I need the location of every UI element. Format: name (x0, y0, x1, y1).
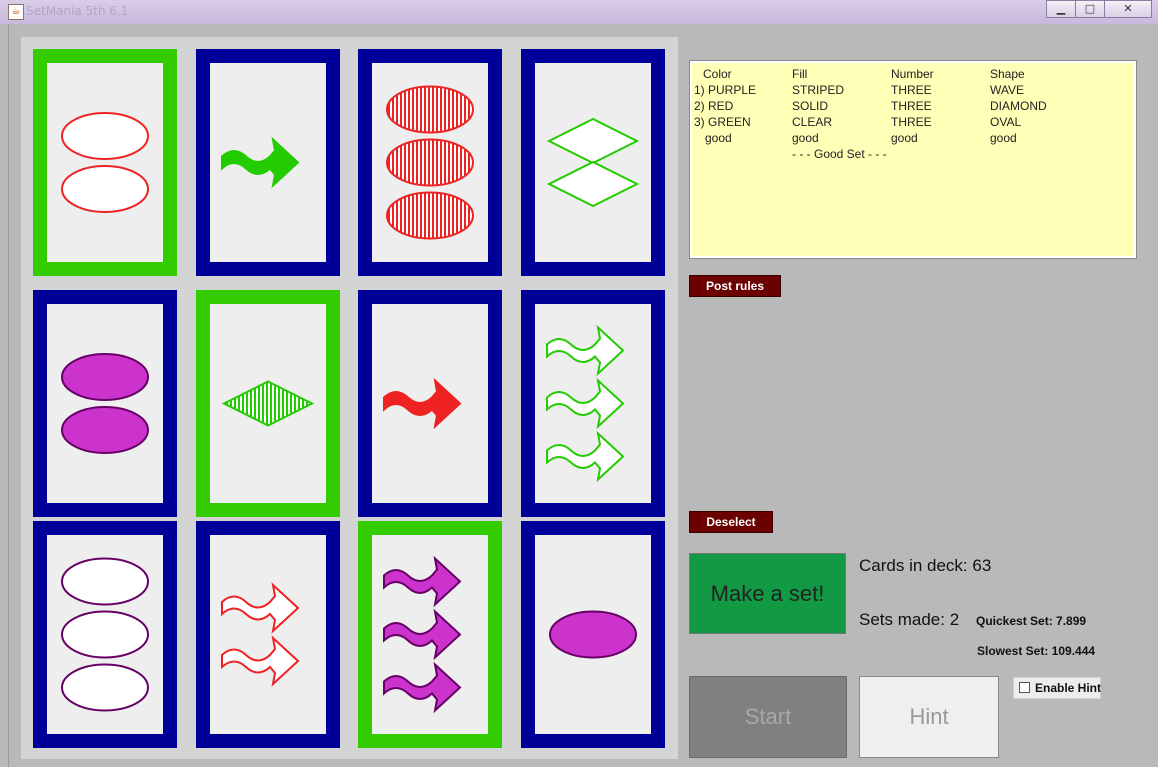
rules-cell: CLEAR (792, 115, 833, 129)
rules-cell: good (705, 131, 732, 145)
oval-symbol (61, 112, 149, 160)
rules-row: 1) PURPLE STRIPED THREE WAVE (692, 83, 1132, 99)
rules-header-color: Color (703, 67, 732, 81)
wave-symbol (383, 661, 462, 714)
oval-symbol (386, 138, 474, 187)
rules-cell: good (792, 131, 819, 145)
window-title: SetMania 5th 6.1 (26, 4, 129, 18)
oval-symbol (61, 557, 149, 606)
oval-symbol (386, 191, 474, 240)
card-symbols (221, 136, 300, 189)
window-controls: ▁ □ ✕ (1046, 0, 1152, 18)
card[interactable] (33, 521, 177, 748)
diamond-symbol (546, 160, 640, 208)
wave-symbol (546, 377, 625, 430)
sets-made: Sets made: 2 (859, 610, 960, 629)
start-button[interactable]: Start (689, 676, 847, 758)
diamond-symbol (546, 117, 640, 165)
wave-symbol (221, 582, 300, 634)
rules-header-number: Number (891, 67, 934, 81)
rules-header-shape: Shape (990, 67, 1025, 81)
card-symbols (549, 610, 637, 659)
card[interactable] (358, 290, 502, 517)
wave-symbol (221, 136, 300, 189)
post-rules-button[interactable]: Post rules (689, 275, 781, 297)
card-symbols (546, 117, 640, 208)
enable-hint-checkbox[interactable]: Enable Hint (1013, 677, 1101, 699)
java-app-icon: ☕ (8, 4, 24, 20)
make-set-button[interactable]: Make a set! (689, 553, 846, 634)
card-symbols (61, 353, 149, 454)
oval-symbol (61, 165, 149, 213)
card-symbols (386, 85, 474, 240)
hint-button[interactable]: Hint (859, 676, 999, 758)
close-button[interactable]: ✕ (1104, 0, 1152, 18)
oval-symbol (61, 406, 149, 454)
rules-cell: SOLID (792, 99, 829, 113)
maximize-icon: □ (1084, 2, 1096, 15)
close-icon: ✕ (1123, 2, 1133, 15)
card-symbols (221, 380, 315, 427)
oval-symbol (61, 663, 149, 712)
rules-cell: 3) GREEN (694, 115, 751, 129)
minimize-button[interactable]: ▁ (1046, 0, 1076, 18)
rules-cell: OVAL (990, 115, 1022, 129)
oval-symbol (61, 610, 149, 659)
quickest-set: Quickest Set: 7.899 (976, 614, 1087, 628)
minimize-icon: ▁ (1056, 2, 1066, 15)
rules-cell: 1) PURPLE (694, 83, 757, 97)
slowest-set: Slowest Set: 109.444 (977, 644, 1096, 658)
card[interactable] (358, 521, 502, 748)
oval-symbol (549, 610, 637, 659)
wave-symbol (221, 635, 300, 687)
wave-symbol (383, 377, 462, 430)
set-verdict: - - - Good Set - - - (792, 147, 887, 161)
card[interactable] (521, 290, 665, 517)
rules-cell: STRIPED (792, 83, 845, 97)
card[interactable] (196, 290, 340, 517)
oval-symbol (386, 85, 474, 134)
rules-result-row: good good good good (692, 131, 1132, 147)
card[interactable] (358, 49, 502, 276)
title-bar: ☕ SetMania 5th 6.1 ▁ □ ✕ (0, 0, 1158, 24)
enable-hint-label: Enable Hint (1035, 681, 1102, 695)
cards-in-deck: Cards in deck: 63 (859, 556, 992, 575)
card[interactable] (33, 290, 177, 517)
maximize-button[interactable]: □ (1075, 0, 1105, 18)
oval-symbol (61, 353, 149, 401)
deselect-button[interactable]: Deselect (689, 511, 773, 533)
rules-cell: THREE (891, 99, 932, 113)
card-symbols (61, 557, 149, 712)
diamond-symbol (221, 380, 315, 427)
rules-header-row: Color Fill Number Shape (692, 67, 1132, 83)
rules-cell: THREE (891, 115, 932, 129)
wave-symbol (383, 608, 462, 661)
checkbox-box[interactable] (1019, 682, 1030, 693)
rules-cell: good (891, 131, 918, 145)
rules-panel: Color Fill Number Shape 1) PURPLE STRIPE… (689, 60, 1137, 259)
card[interactable] (196, 49, 340, 276)
card-symbols (383, 555, 462, 714)
wave-symbol (546, 324, 625, 377)
rules-row: 3) GREEN CLEAR THREE OVAL (692, 115, 1132, 131)
card[interactable] (196, 521, 340, 748)
rules-cell: THREE (891, 83, 932, 97)
card-symbols (221, 582, 300, 687)
card[interactable] (521, 49, 665, 276)
card[interactable] (521, 521, 665, 748)
card-symbols (383, 377, 462, 430)
wave-symbol (546, 430, 625, 483)
rules-cell: 2) RED (694, 99, 734, 113)
rules-header-fill: Fill (792, 67, 808, 81)
rules-cell: WAVE (990, 83, 1025, 97)
card-symbols (61, 112, 149, 213)
card[interactable] (33, 49, 177, 276)
rules-row: 2) RED SOLID THREE DIAMOND (692, 99, 1132, 115)
rules-cell: DIAMOND (990, 99, 1047, 113)
rules-cell: good (990, 131, 1017, 145)
card-board (21, 37, 678, 759)
card-symbols (546, 324, 625, 483)
wave-symbol (383, 555, 462, 608)
